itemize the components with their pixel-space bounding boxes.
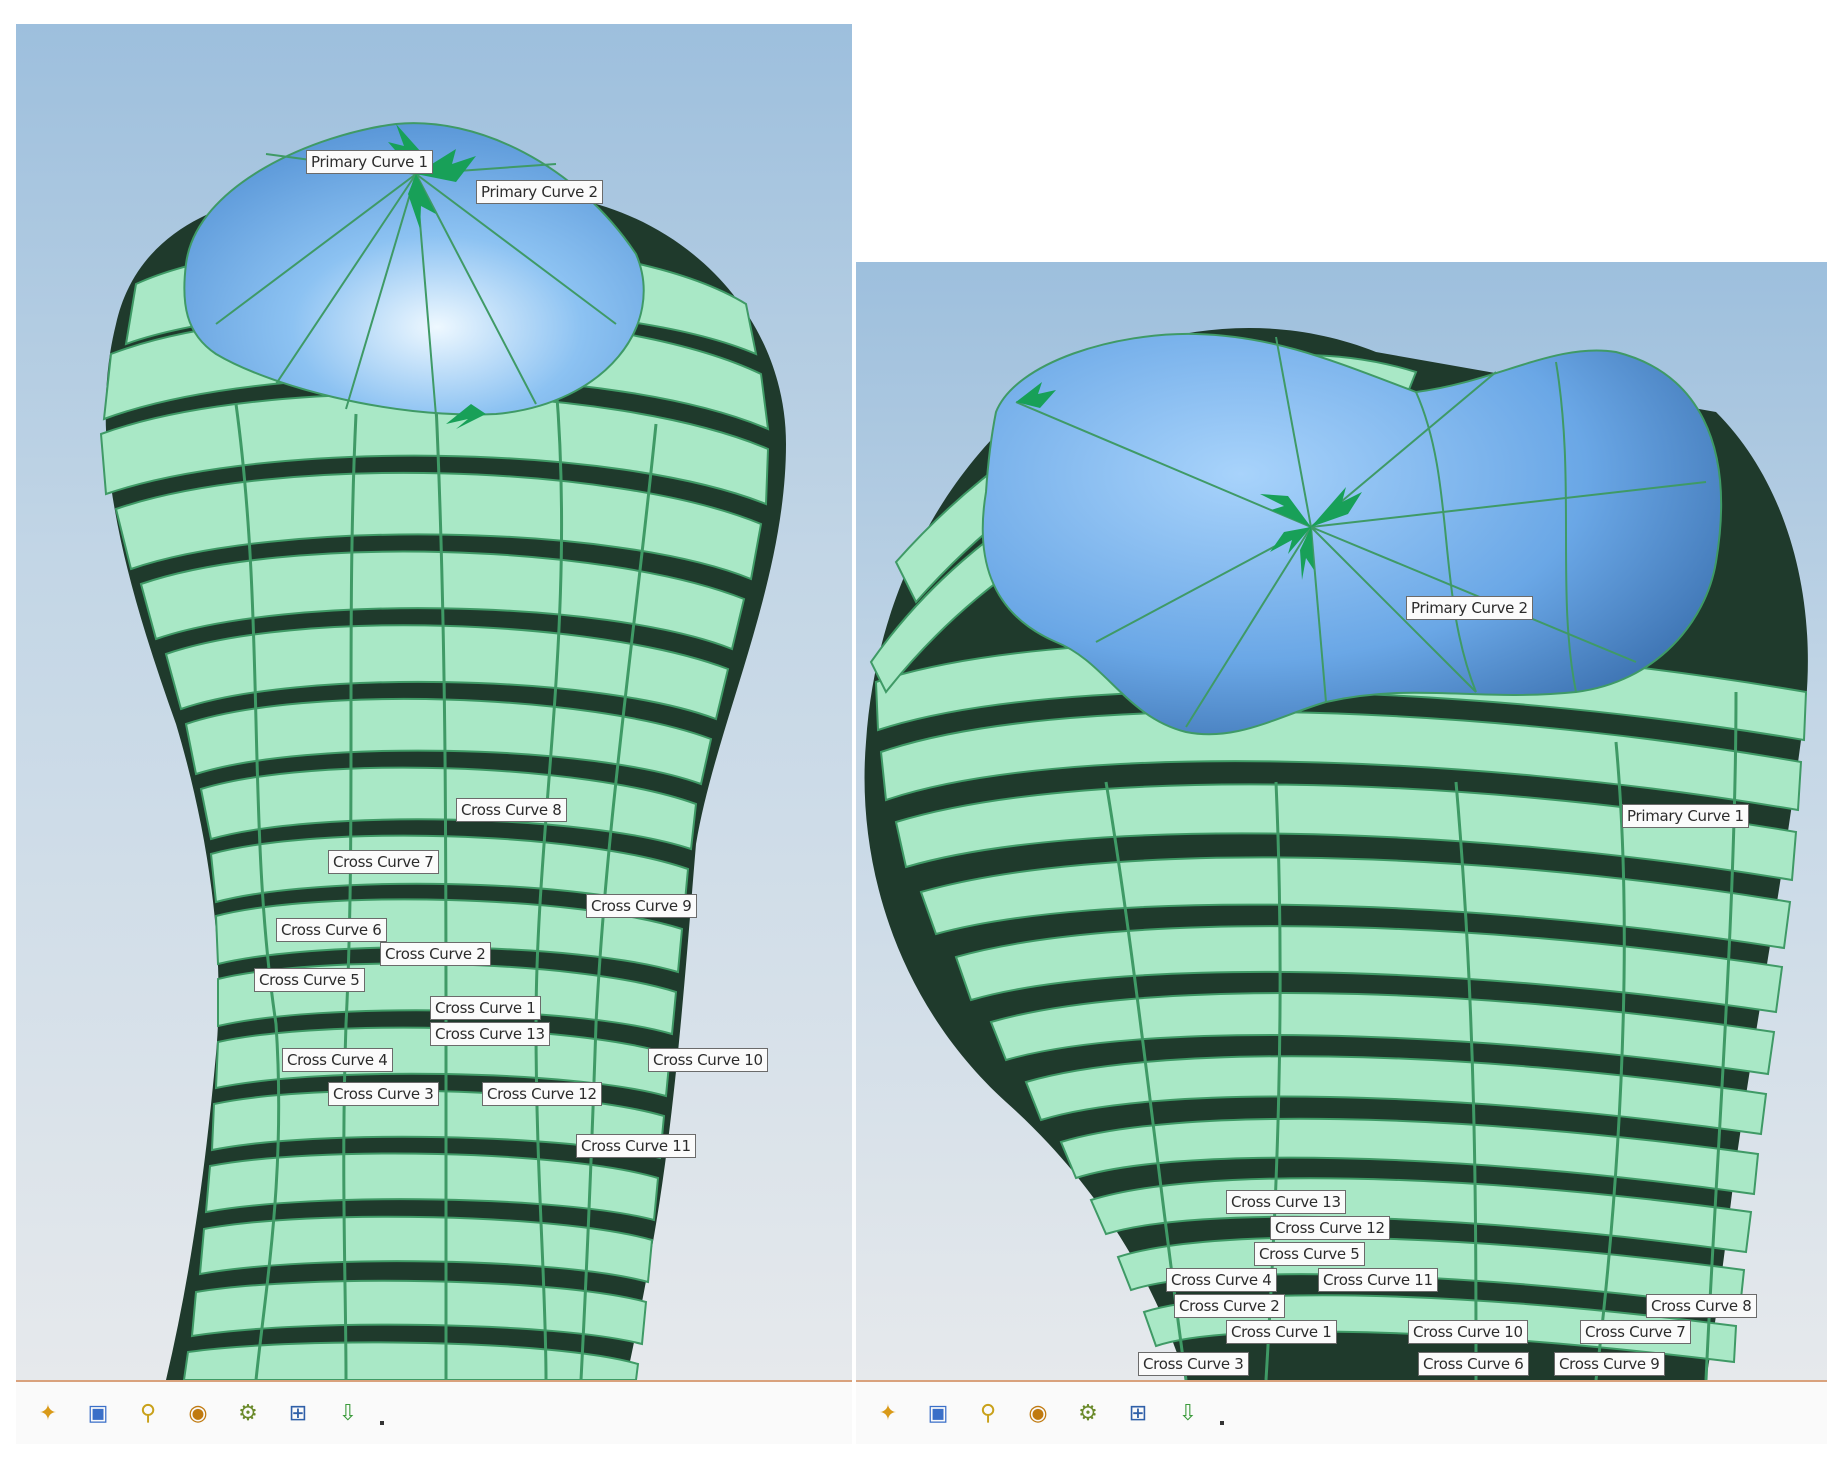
label-cross-curve-1[interactable]: Cross Curve 1: [430, 996, 541, 1020]
label-cross-curve-7[interactable]: Cross Curve 7: [328, 850, 439, 874]
label-primary-curve-2[interactable]: Primary Curve 2: [476, 180, 603, 204]
label-cross-curve-2[interactable]: Cross Curve 2: [1174, 1294, 1285, 1318]
label-cross-curve-8[interactable]: Cross Curve 8: [456, 798, 567, 822]
display-icon[interactable]: ▣: [80, 1395, 116, 1431]
left-toolbar: ✦ ▣ ⚲ ◉ ⚙ ⊞ ⇩: [16, 1380, 856, 1444]
label-cross-curve-13[interactable]: Cross Curve 13: [1226, 1190, 1346, 1214]
label-cross-curve-5[interactable]: Cross Curve 5: [254, 968, 365, 992]
right-3d-viewport[interactable]: Primary Curve 2 Primary Curve 1 Cross Cu…: [856, 262, 1827, 1380]
left-bone-model[interactable]: [16, 24, 856, 1380]
new-sketch-icon[interactable]: ✦: [870, 1395, 906, 1431]
left-viewport-panel: Primary Curve 1 Primary Curve 2 Cross Cu…: [16, 24, 856, 1444]
left-3d-viewport[interactable]: Primary Curve 1 Primary Curve 2 Cross Cu…: [16, 24, 856, 1380]
label-cross-curve-11[interactable]: Cross Curve 11: [1318, 1268, 1438, 1292]
toolbar-overflow-icon[interactable]: [380, 1421, 384, 1425]
label-cross-curve-3[interactable]: Cross Curve 3: [1138, 1352, 1249, 1376]
new-sketch-icon[interactable]: ✦: [30, 1395, 66, 1431]
label-cross-curve-13[interactable]: Cross Curve 13: [430, 1022, 550, 1046]
sort-down-icon[interactable]: ⇩: [1170, 1395, 1206, 1431]
label-cross-curve-10[interactable]: Cross Curve 10: [648, 1048, 768, 1072]
label-cross-curve-9[interactable]: Cross Curve 9: [586, 894, 697, 918]
grid-tool-icon[interactable]: ⊞: [280, 1395, 316, 1431]
label-cross-curve-12[interactable]: Cross Curve 12: [482, 1082, 602, 1106]
sort-down-icon[interactable]: ⇩: [330, 1395, 366, 1431]
play-icon[interactable]: ◉: [180, 1395, 216, 1431]
label-cross-curve-10[interactable]: Cross Curve 10: [1408, 1320, 1528, 1344]
label-cross-curve-4[interactable]: Cross Curve 4: [1166, 1268, 1277, 1292]
display-icon[interactable]: ▣: [920, 1395, 956, 1431]
toolbar-overflow-icon[interactable]: [1220, 1421, 1224, 1425]
play-icon[interactable]: ◉: [1020, 1395, 1056, 1431]
label-cross-curve-6[interactable]: Cross Curve 6: [1418, 1352, 1529, 1376]
label-cross-curve-1[interactable]: Cross Curve 1: [1226, 1320, 1337, 1344]
label-primary-curve-2[interactable]: Primary Curve 2: [1406, 596, 1533, 620]
label-primary-curve-1[interactable]: Primary Curve 1: [1622, 804, 1749, 828]
label-cross-curve-5[interactable]: Cross Curve 5: [1254, 1242, 1365, 1266]
label-cross-curve-12[interactable]: Cross Curve 12: [1270, 1216, 1390, 1240]
label-cross-curve-3[interactable]: Cross Curve 3: [328, 1082, 439, 1106]
label-cross-curve-8[interactable]: Cross Curve 8: [1646, 1294, 1757, 1318]
node-tool-icon[interactable]: ⚙: [1070, 1395, 1106, 1431]
label-cross-curve-6[interactable]: Cross Curve 6: [276, 918, 387, 942]
right-toolbar: ✦ ▣ ⚲ ◉ ⚙ ⊞ ⇩: [856, 1380, 1827, 1444]
node-tool-icon[interactable]: ⚙: [230, 1395, 266, 1431]
label-cross-curve-4[interactable]: Cross Curve 4: [282, 1048, 393, 1072]
label-cross-curve-11[interactable]: Cross Curve 11: [576, 1134, 696, 1158]
label-primary-curve-1[interactable]: Primary Curve 1: [306, 150, 433, 174]
link-icon[interactable]: ⚲: [130, 1395, 166, 1431]
right-viewport-panel: Primary Curve 2 Primary Curve 1 Cross Cu…: [856, 262, 1827, 1444]
label-cross-curve-7[interactable]: Cross Curve 7: [1580, 1320, 1691, 1344]
link-icon[interactable]: ⚲: [970, 1395, 1006, 1431]
label-cross-curve-9[interactable]: Cross Curve 9: [1554, 1352, 1665, 1376]
grid-tool-icon[interactable]: ⊞: [1120, 1395, 1156, 1431]
label-cross-curve-2[interactable]: Cross Curve 2: [380, 942, 491, 966]
